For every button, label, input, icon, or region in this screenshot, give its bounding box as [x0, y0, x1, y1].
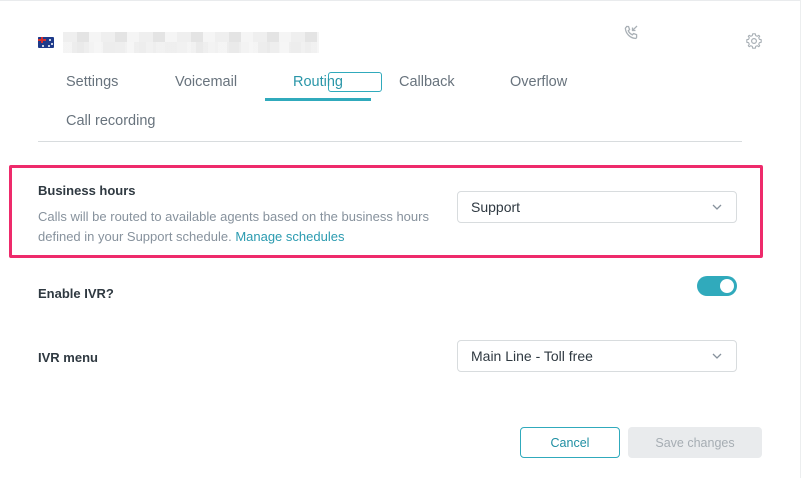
settings-tabs: Settings Voicemail Routing Callback Over… — [38, 64, 742, 142]
top-divider — [0, 0, 801, 1]
business-hours-description-text: Calls will be routed to available agents… — [38, 209, 429, 244]
business-hours-description: Calls will be routed to available agents… — [38, 207, 433, 247]
save-changes-button[interactable]: Save changes — [628, 427, 762, 458]
business-hours-select[interactable]: Support — [457, 191, 737, 223]
phone-number-redacted — [63, 32, 319, 53]
enable-ivr-toggle[interactable] — [697, 276, 737, 296]
tab-settings[interactable]: Settings — [66, 74, 118, 90]
manage-schedules-link[interactable]: Manage schedules — [235, 229, 344, 244]
chevron-down-icon — [712, 204, 722, 210]
active-tab-indicator — [265, 98, 371, 101]
tab-callback[interactable]: Callback — [399, 74, 455, 90]
business-hours-selected-value: Support — [471, 199, 521, 215]
chevron-down-icon — [712, 353, 722, 359]
enable-ivr-label: Enable IVR? — [38, 286, 114, 301]
ivr-menu-selected-value: Main Line - Toll free — [471, 348, 593, 364]
gear-icon[interactable] — [745, 32, 763, 50]
cancel-button[interactable]: Cancel — [520, 427, 620, 458]
tab-call-recording[interactable]: Call recording — [66, 113, 155, 129]
business-hours-label: Business hours — [38, 183, 136, 198]
tab-overflow[interactable]: Overflow — [510, 74, 567, 90]
tab-voicemail[interactable]: Voicemail — [175, 74, 237, 90]
ivr-menu-select[interactable]: Main Line - Toll free — [457, 340, 737, 372]
ivr-menu-label: IVR menu — [38, 350, 98, 365]
incoming-call-icon[interactable] — [622, 24, 640, 42]
australia-flag-icon — [38, 37, 54, 48]
tab-routing[interactable]: Routing — [293, 74, 343, 90]
toggle-knob — [720, 279, 734, 293]
